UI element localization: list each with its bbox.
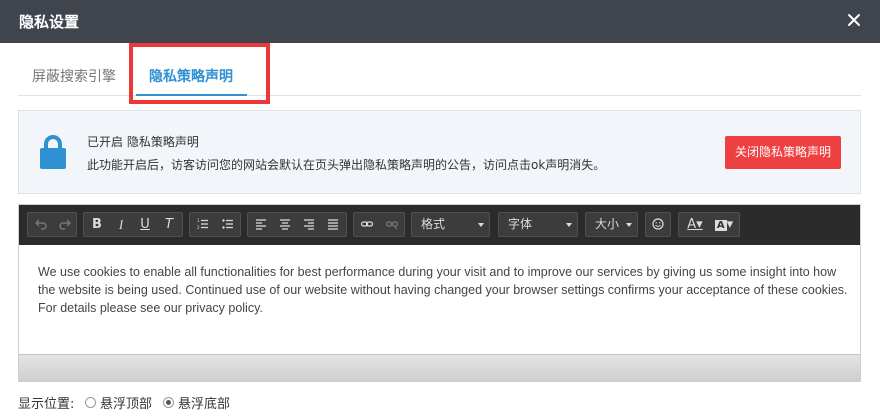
undo-icon[interactable]: [29, 213, 53, 236]
format-select[interactable]: 格式: [411, 212, 490, 237]
disable-privacy-policy-button[interactable]: 关闭隐私策略声明: [725, 136, 841, 169]
size-select-label: 大小: [595, 217, 620, 231]
unlink-icon[interactable]: [380, 213, 404, 236]
font-select-label: 字体: [508, 217, 533, 231]
redo-icon[interactable]: [53, 213, 77, 236]
size-select[interactable]: 大小: [585, 212, 638, 237]
svg-text:2: 2: [197, 225, 200, 230]
close-icon[interactable]: [844, 10, 864, 30]
status-text: 已开启 隐私策略声明: [87, 135, 199, 149]
radio-label-float-top[interactable]: 悬浮顶部: [100, 393, 152, 412]
emoji-icon[interactable]: [646, 213, 670, 236]
tab-block-search-engines[interactable]: 屏蔽搜索引擎: [32, 66, 116, 86]
align-center-icon[interactable]: [273, 213, 297, 236]
editor-statusbar: [19, 354, 860, 381]
clear-format-icon[interactable]: T: [157, 213, 181, 236]
privacy-notice-panel: 已开启 隐私策略声明 此功能开启后，访客访问您的网站会默认在页头弹出隐私策略声明…: [18, 110, 861, 194]
editor-toolbar: B I U T 12 格式 字体 大小 A▾ A ▾: [19, 205, 860, 245]
radio-label-float-bottom[interactable]: 悬浮底部: [178, 393, 230, 412]
dialog-titlebar: 隐私设置: [0, 0, 880, 43]
dialog-title: 隐私设置: [19, 13, 80, 31]
chevron-down-icon: [478, 223, 484, 227]
bold-icon[interactable]: B: [85, 213, 109, 236]
radio-float-bottom[interactable]: [163, 397, 174, 408]
background-color-icon[interactable]: A ▾: [710, 213, 738, 236]
align-left-icon[interactable]: [249, 213, 273, 236]
lock-icon: [39, 134, 67, 169]
font-select[interactable]: 字体: [498, 212, 578, 237]
align-justify-icon[interactable]: [321, 213, 345, 236]
color-group: A▾ A ▾: [678, 212, 740, 237]
highlight-annotation: [129, 43, 270, 104]
list-group: 12: [189, 212, 241, 237]
italic-icon[interactable]: I: [109, 213, 133, 236]
emoji-group: [645, 212, 671, 237]
chevron-down-icon: [626, 223, 632, 227]
editor-content[interactable]: We use cookies to enable all functionali…: [38, 263, 848, 317]
svg-text:1: 1: [197, 218, 200, 223]
radio-float-top[interactable]: [85, 397, 96, 408]
ordered-list-icon[interactable]: 12: [191, 213, 215, 236]
history-group: [27, 212, 77, 237]
link-group: [353, 212, 405, 237]
align-group: [247, 212, 347, 237]
format-select-label: 格式: [421, 217, 446, 231]
align-right-icon[interactable]: [297, 213, 321, 236]
text-style-group: B I U T: [83, 212, 183, 237]
font-color-icon[interactable]: A▾: [681, 213, 709, 236]
rich-text-editor: B I U T 12 格式 字体 大小 A▾ A ▾ We use cookie…: [18, 204, 861, 382]
unordered-list-icon[interactable]: [216, 213, 240, 236]
display-position-label: 显示位置:: [18, 397, 75, 412]
underline-icon[interactable]: U: [133, 213, 157, 236]
link-icon[interactable]: [355, 213, 379, 236]
chevron-down-icon: [566, 223, 572, 227]
description-text: 此功能开启后，访客访问您的网站会默认在页头弹出隐私策略声明的公告，访问点击ok声…: [87, 158, 606, 172]
